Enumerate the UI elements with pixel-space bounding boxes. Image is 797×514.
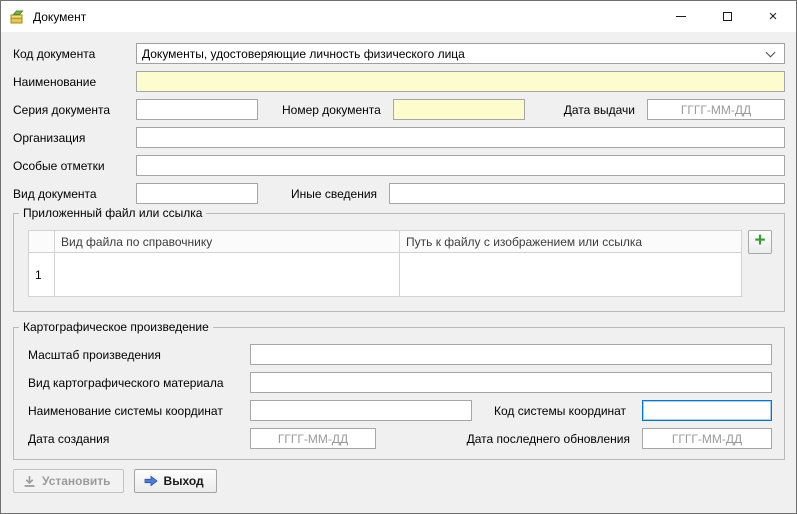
cs-code-label: Код системы координат bbox=[494, 404, 626, 418]
app-icon bbox=[9, 8, 26, 25]
exit-arrow-icon bbox=[144, 475, 158, 487]
maximize-icon bbox=[723, 12, 732, 21]
cartographic-group: Картографическое произведение Масштаб пр… bbox=[13, 327, 785, 460]
cs-code-input[interactable] bbox=[642, 400, 772, 421]
corner-cell bbox=[29, 231, 55, 253]
cartographic-group-title: Картографическое произведение bbox=[19, 320, 213, 334]
minimize-button[interactable] bbox=[658, 1, 704, 32]
column-file-type: Вид файла по справочнику bbox=[55, 231, 400, 253]
cs-name-label: Наименование системы координат bbox=[28, 404, 250, 418]
other-label: Иные сведения bbox=[291, 187, 377, 201]
attachment-group: Приложенный файл или ссылка Вид файла по… bbox=[13, 213, 785, 312]
doc-type-input[interactable] bbox=[136, 183, 258, 204]
cs-name-input[interactable] bbox=[250, 400, 472, 421]
close-button[interactable]: × bbox=[750, 1, 796, 32]
titlebar: Документ × bbox=[1, 1, 796, 32]
scale-input[interactable] bbox=[250, 344, 772, 365]
dates-row: Дата создания Дата последнего обновления bbox=[28, 428, 772, 449]
series-label: Серия документа bbox=[13, 103, 136, 117]
other-input[interactable] bbox=[389, 183, 785, 204]
doc-type-label: Вид документа bbox=[13, 187, 136, 201]
chevron-down-icon bbox=[766, 47, 776, 57]
install-button[interactable]: Установить bbox=[13, 469, 124, 493]
material-row: Вид картографического материала bbox=[28, 372, 772, 393]
doc-code-label: Код документа bbox=[13, 47, 136, 61]
window-title: Документ bbox=[33, 10, 86, 24]
document-window: Документ × Код документа Документы, удос… bbox=[0, 0, 797, 514]
name-input[interactable] bbox=[136, 71, 785, 92]
updated-label: Дата последнего обновления bbox=[467, 432, 630, 446]
exit-button[interactable]: Выход bbox=[134, 469, 217, 493]
doc-code-row: Код документа Документы, удостоверяющие … bbox=[13, 43, 785, 64]
add-row-button[interactable]: + bbox=[748, 230, 772, 254]
minimize-icon bbox=[676, 16, 686, 17]
series-input[interactable] bbox=[136, 99, 258, 120]
updated-input[interactable] bbox=[642, 428, 772, 449]
notes-label: Особые отметки bbox=[13, 159, 136, 173]
close-icon: × bbox=[769, 9, 778, 24]
notes-row: Особые отметки bbox=[13, 155, 785, 176]
exit-button-label: Выход bbox=[164, 474, 204, 488]
attachment-header-row: Вид файла по справочнику Путь к файлу с … bbox=[29, 231, 742, 253]
install-button-label: Установить bbox=[42, 474, 111, 488]
name-label: Наименование bbox=[13, 75, 136, 89]
number-label: Номер документа bbox=[282, 103, 381, 117]
footer: Установить Выход bbox=[13, 469, 785, 493]
organization-row: Организация bbox=[13, 127, 785, 148]
file-path-cell[interactable] bbox=[400, 253, 742, 297]
maximize-button[interactable] bbox=[704, 1, 750, 32]
scale-label: Масштаб произведения bbox=[28, 348, 250, 362]
notes-input[interactable] bbox=[136, 155, 785, 176]
column-file-path: Путь к файлу с изображением или ссылка bbox=[400, 231, 742, 253]
file-type-cell[interactable] bbox=[55, 253, 400, 297]
doc-type-row: Вид документа Иные сведения bbox=[13, 183, 785, 204]
created-input[interactable] bbox=[250, 428, 376, 449]
scale-row: Масштаб произведения bbox=[28, 344, 772, 365]
install-icon bbox=[23, 475, 36, 488]
series-number-date-row: Серия документа Номер документа Дата выд… bbox=[13, 99, 785, 120]
number-input[interactable] bbox=[393, 99, 525, 120]
form-content: Код документа Документы, удостоверяющие … bbox=[1, 32, 796, 493]
created-label: Дата создания bbox=[28, 432, 250, 446]
organization-input[interactable] bbox=[136, 127, 785, 148]
row-number: 1 bbox=[29, 253, 55, 297]
organization-label: Организация bbox=[13, 131, 136, 145]
material-input[interactable] bbox=[250, 372, 772, 393]
table-row: 1 bbox=[29, 253, 742, 297]
attachment-table-wrap: Вид файла по справочнику Путь к файлу с … bbox=[28, 230, 772, 297]
material-label: Вид картографического материала bbox=[28, 376, 250, 390]
doc-code-value: Документы, удостоверяющие личность физич… bbox=[137, 47, 761, 61]
name-row: Наименование bbox=[13, 71, 785, 92]
window-controls: × bbox=[658, 1, 796, 32]
issue-date-input[interactable] bbox=[647, 99, 785, 120]
coord-system-row: Наименование системы координат Код систе… bbox=[28, 400, 772, 421]
attachment-group-title: Приложенный файл или ссылка bbox=[19, 206, 206, 220]
doc-code-select[interactable]: Документы, удостоверяющие личность физич… bbox=[136, 43, 785, 64]
attachment-table: Вид файла по справочнику Путь к файлу с … bbox=[28, 230, 742, 297]
issue-date-label: Дата выдачи bbox=[564, 103, 635, 117]
